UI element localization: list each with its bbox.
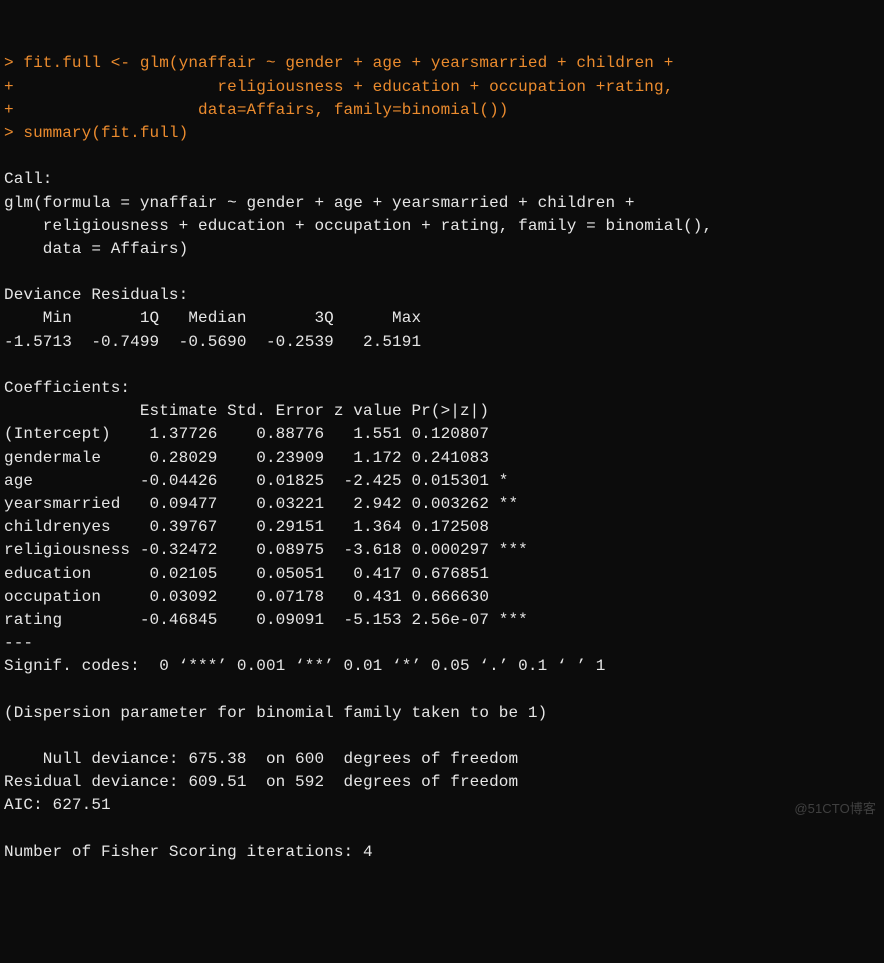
coef-row-religiousness: religiousness -0.32472 0.08975 -3.618 0.… bbox=[4, 541, 528, 559]
coef-row-rating: rating -0.46845 0.09091 -5.153 2.56e-07 … bbox=[4, 611, 528, 629]
devres-labels: Min 1Q Median 3Q Max bbox=[4, 309, 441, 327]
coef-row-childrenyes: childrenyes 0.39767 0.29151 1.364 0.1725… bbox=[4, 518, 528, 536]
r-prompt: > bbox=[4, 54, 23, 72]
devres-header: Deviance Residuals: bbox=[4, 286, 198, 304]
terminal[interactable]: > fit.full <- glm(ynaffair ~ gender + ag… bbox=[4, 52, 880, 864]
call-line: glm(formula = ynaffair ~ gender + age + … bbox=[4, 194, 644, 212]
null-deviance: Null deviance: 675.38 on 600 degrees of … bbox=[4, 750, 518, 768]
coef-row-education: education 0.02105 0.05051 0.417 0.676851 bbox=[4, 565, 528, 583]
residual-deviance: Residual deviance: 609.51 on 592 degrees… bbox=[4, 773, 518, 791]
r-input-line: data=Affairs, family=binomial()) bbox=[23, 101, 508, 119]
call-header: Call: bbox=[4, 170, 53, 188]
r-continuation-prompt: + bbox=[4, 101, 23, 119]
coef-sep: --- bbox=[4, 634, 33, 652]
coef-row-gendermale: gendermale 0.28029 0.23909 1.172 0.24108… bbox=[4, 449, 528, 467]
call-line: religiousness + education + occupation +… bbox=[4, 217, 722, 235]
r-input-line: summary(fit.full) bbox=[23, 124, 188, 142]
coef-colhead: Estimate Std. Error z value Pr(>|z|) bbox=[4, 402, 528, 420]
coef-row-intercept: (Intercept) 1.37726 0.88776 1.551 0.1208… bbox=[4, 425, 528, 443]
watermark: @51CTO博客 bbox=[794, 800, 876, 819]
r-prompt: > bbox=[4, 124, 23, 142]
coef-row-occupation: occupation 0.03092 0.07178 0.431 0.66663… bbox=[4, 588, 528, 606]
r-continuation-prompt: + bbox=[4, 78, 23, 96]
call-line: data = Affairs) bbox=[4, 240, 188, 258]
r-input-line: fit.full <- glm(ynaffair ~ gender + age … bbox=[23, 54, 673, 72]
coef-row-yearsmarried: yearsmarried 0.09477 0.03221 2.942 0.003… bbox=[4, 495, 528, 513]
fisher-iterations: Number of Fisher Scoring iterations: 4 bbox=[4, 843, 373, 861]
coef-row-age: age -0.04426 0.01825 -2.425 0.015301 * bbox=[4, 472, 528, 490]
r-input-line: religiousness + education + occupation +… bbox=[23, 78, 673, 96]
aic-line: AIC: 627.51 bbox=[4, 796, 111, 814]
devres-values: -1.5713 -0.7499 -0.5690 -0.2539 2.5191 bbox=[4, 333, 441, 351]
signif-codes: Signif. codes: 0 ‘***’ 0.001 ‘**’ 0.01 ‘… bbox=[4, 657, 606, 675]
coef-header: Coefficients: bbox=[4, 379, 130, 397]
dispersion-line: (Dispersion parameter for binomial famil… bbox=[4, 704, 547, 722]
